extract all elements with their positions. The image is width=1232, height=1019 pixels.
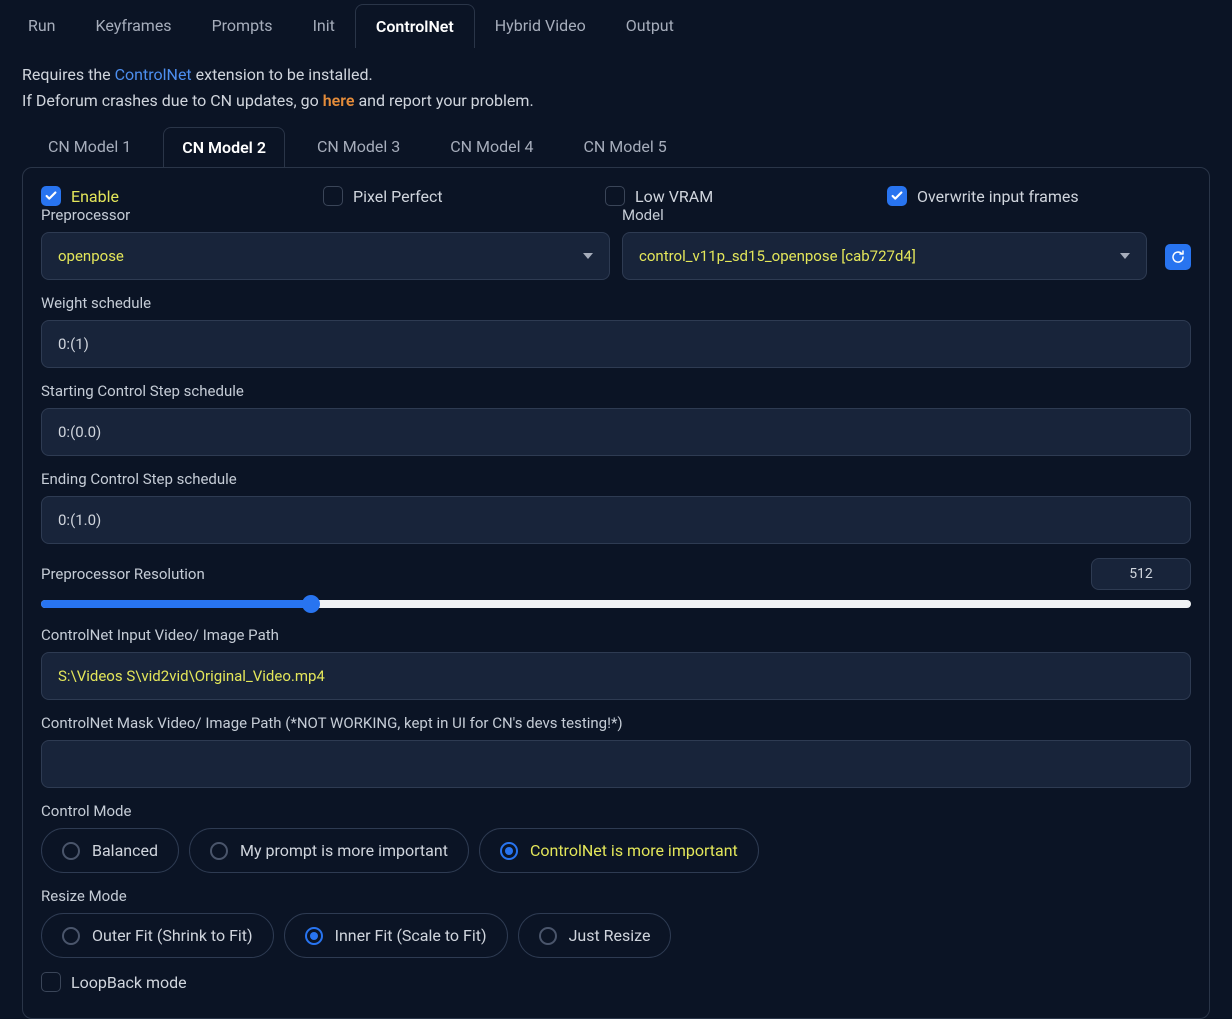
- refresh-icon: [1170, 249, 1186, 265]
- radio-icon: [305, 927, 323, 945]
- ending-step-label: Ending Control Step schedule: [41, 470, 1191, 488]
- tab-cn-model-1[interactable]: CN Model 1: [30, 127, 149, 167]
- chevron-down-icon: [583, 253, 593, 259]
- resolution-value[interactable]: 512: [1091, 558, 1191, 590]
- tab-cn-model-2[interactable]: CN Model 2: [163, 127, 285, 167]
- preprocessor-select[interactable]: openpose: [41, 232, 610, 280]
- overwrite-label: Overwrite input frames: [917, 187, 1079, 206]
- preprocessor-label: Preprocessor: [41, 206, 610, 224]
- pixel-perfect-label: Pixel Perfect: [353, 187, 443, 206]
- overwrite-checkbox[interactable]: [887, 186, 907, 206]
- radio-label: Outer Fit (Shrink to Fit): [92, 926, 253, 945]
- starting-step-label: Starting Control Step schedule: [41, 382, 1191, 400]
- low-vram-checkbox[interactable]: [605, 186, 625, 206]
- info-text: If Deforum crashes due to CN updates, go: [22, 91, 323, 110]
- starting-step-input[interactable]: 0:(0.0): [41, 408, 1191, 456]
- model-label: Model: [622, 206, 1147, 224]
- model-select[interactable]: control_v11p_sd15_openpose [cab727d4]: [622, 232, 1147, 280]
- radio-icon: [539, 927, 557, 945]
- radio-label: My prompt is more important: [240, 841, 448, 860]
- weight-schedule-input[interactable]: 0:(1): [41, 320, 1191, 368]
- tab-cn-model-3[interactable]: CN Model 3: [299, 127, 418, 167]
- top-tabs: Run Keyframes Prompts Init ControlNet Hy…: [8, 0, 1224, 48]
- mask-path-label: ControlNet Mask Video/ Image Path (*NOT …: [41, 714, 1191, 732]
- slider-fill: [41, 600, 311, 608]
- tab-hybrid-video[interactable]: Hybrid Video: [475, 4, 606, 48]
- radio-label: Just Resize: [569, 926, 651, 945]
- resolution-slider[interactable]: [41, 600, 1191, 608]
- control-mode-balanced[interactable]: Balanced: [41, 828, 179, 873]
- input-path-input[interactable]: S:\Videos S\vid2vid\Original_Video.mp4: [41, 652, 1191, 700]
- pixel-perfect-checkbox[interactable]: [323, 186, 343, 206]
- resize-mode-label: Resize Mode: [41, 887, 1191, 905]
- tab-cn-model-5[interactable]: CN Model 5: [565, 127, 684, 167]
- radio-icon: [62, 842, 80, 860]
- model-value: control_v11p_sd15_openpose [cab727d4]: [639, 247, 916, 265]
- chevron-down-icon: [1120, 253, 1130, 259]
- enable-label: Enable: [71, 187, 119, 206]
- enable-checkbox[interactable]: [41, 186, 61, 206]
- tab-run[interactable]: Run: [8, 4, 76, 48]
- tab-prompts[interactable]: Prompts: [192, 4, 293, 48]
- refresh-button[interactable]: [1165, 244, 1191, 270]
- controlnet-link[interactable]: ControlNet: [115, 65, 192, 84]
- resolution-label: Preprocessor Resolution: [41, 565, 205, 583]
- control-mode-prompt[interactable]: My prompt is more important: [189, 828, 469, 873]
- radio-label: Balanced: [92, 841, 158, 860]
- loopback-label: LoopBack mode: [71, 973, 187, 992]
- radio-label: ControlNet is more important: [530, 841, 738, 860]
- info-block: Requires the ControlNet extension to be …: [8, 48, 1224, 121]
- mask-path-input[interactable]: [41, 740, 1191, 788]
- low-vram-label: Low VRAM: [635, 187, 713, 206]
- tab-output[interactable]: Output: [606, 4, 694, 48]
- tab-controlnet[interactable]: ControlNet: [355, 4, 475, 48]
- resize-mode-inner[interactable]: Inner Fit (Scale to Fit): [284, 913, 508, 958]
- resize-mode-outer[interactable]: Outer Fit (Shrink to Fit): [41, 913, 274, 958]
- cn-model-panel: Enable Pixel Perfect Low VRAM Overwrite …: [22, 167, 1210, 1019]
- tab-cn-model-4[interactable]: CN Model 4: [432, 127, 551, 167]
- tab-keyframes[interactable]: Keyframes: [76, 4, 192, 48]
- input-path-label: ControlNet Input Video/ Image Path: [41, 626, 1191, 644]
- control-mode-label: Control Mode: [41, 802, 1191, 820]
- resize-mode-just[interactable]: Just Resize: [518, 913, 672, 958]
- radio-label: Inner Fit (Scale to Fit): [335, 926, 487, 945]
- slider-thumb[interactable]: [302, 595, 320, 613]
- ending-step-input[interactable]: 0:(1.0): [41, 496, 1191, 544]
- radio-icon: [500, 842, 518, 860]
- radio-icon: [210, 842, 228, 860]
- info-text: extension to be installed.: [192, 65, 373, 84]
- control-mode-controlnet[interactable]: ControlNet is more important: [479, 828, 759, 873]
- info-text: Requires the: [22, 65, 115, 84]
- weight-schedule-label: Weight schedule: [41, 294, 1191, 312]
- preprocessor-value: openpose: [58, 247, 124, 265]
- checkbox-row: Enable Pixel Perfect Low VRAM Overwrite …: [41, 186, 1191, 206]
- cn-model-tabs: CN Model 1 CN Model 2 CN Model 3 CN Mode…: [8, 121, 1224, 167]
- tab-init[interactable]: Init: [293, 4, 355, 48]
- radio-icon: [62, 927, 80, 945]
- loopback-checkbox[interactable]: [41, 972, 61, 992]
- here-link[interactable]: here: [323, 91, 355, 110]
- info-text: and report your problem.: [355, 91, 534, 110]
